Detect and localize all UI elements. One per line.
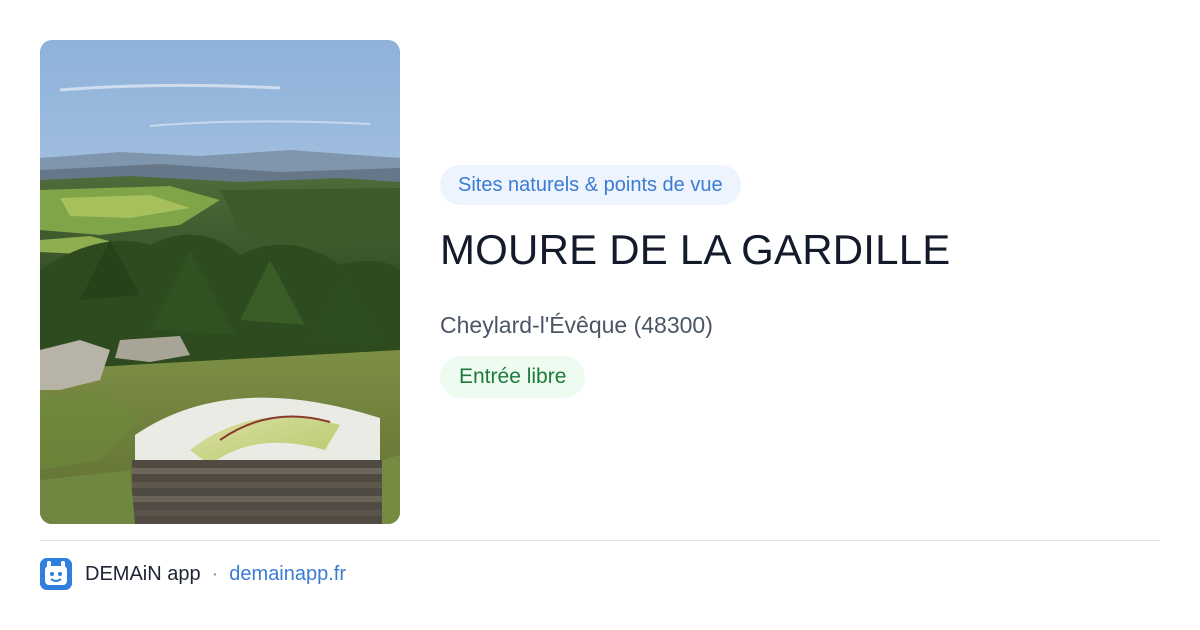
access-badge: Entrée libre [440,356,586,398]
app-name: DEMAiN app [85,562,201,585]
app-logo-icon [40,558,72,590]
category-badge: Sites naturels & points de vue [440,165,741,205]
place-title: MOURE DE LA GARDILLE [440,226,951,273]
app-url-link[interactable]: demainapp.fr [229,563,346,586]
footer-divider [40,540,1160,541]
place-photo [40,40,400,524]
footer-separator: · [211,562,219,585]
place-location: Cheylard-l'Évêque (48300) [440,312,713,338]
place-info: Sites naturels & points de vue MOURE DE … [440,165,1160,398]
footer: DEMAiN app · demainapp.fr [40,558,346,590]
